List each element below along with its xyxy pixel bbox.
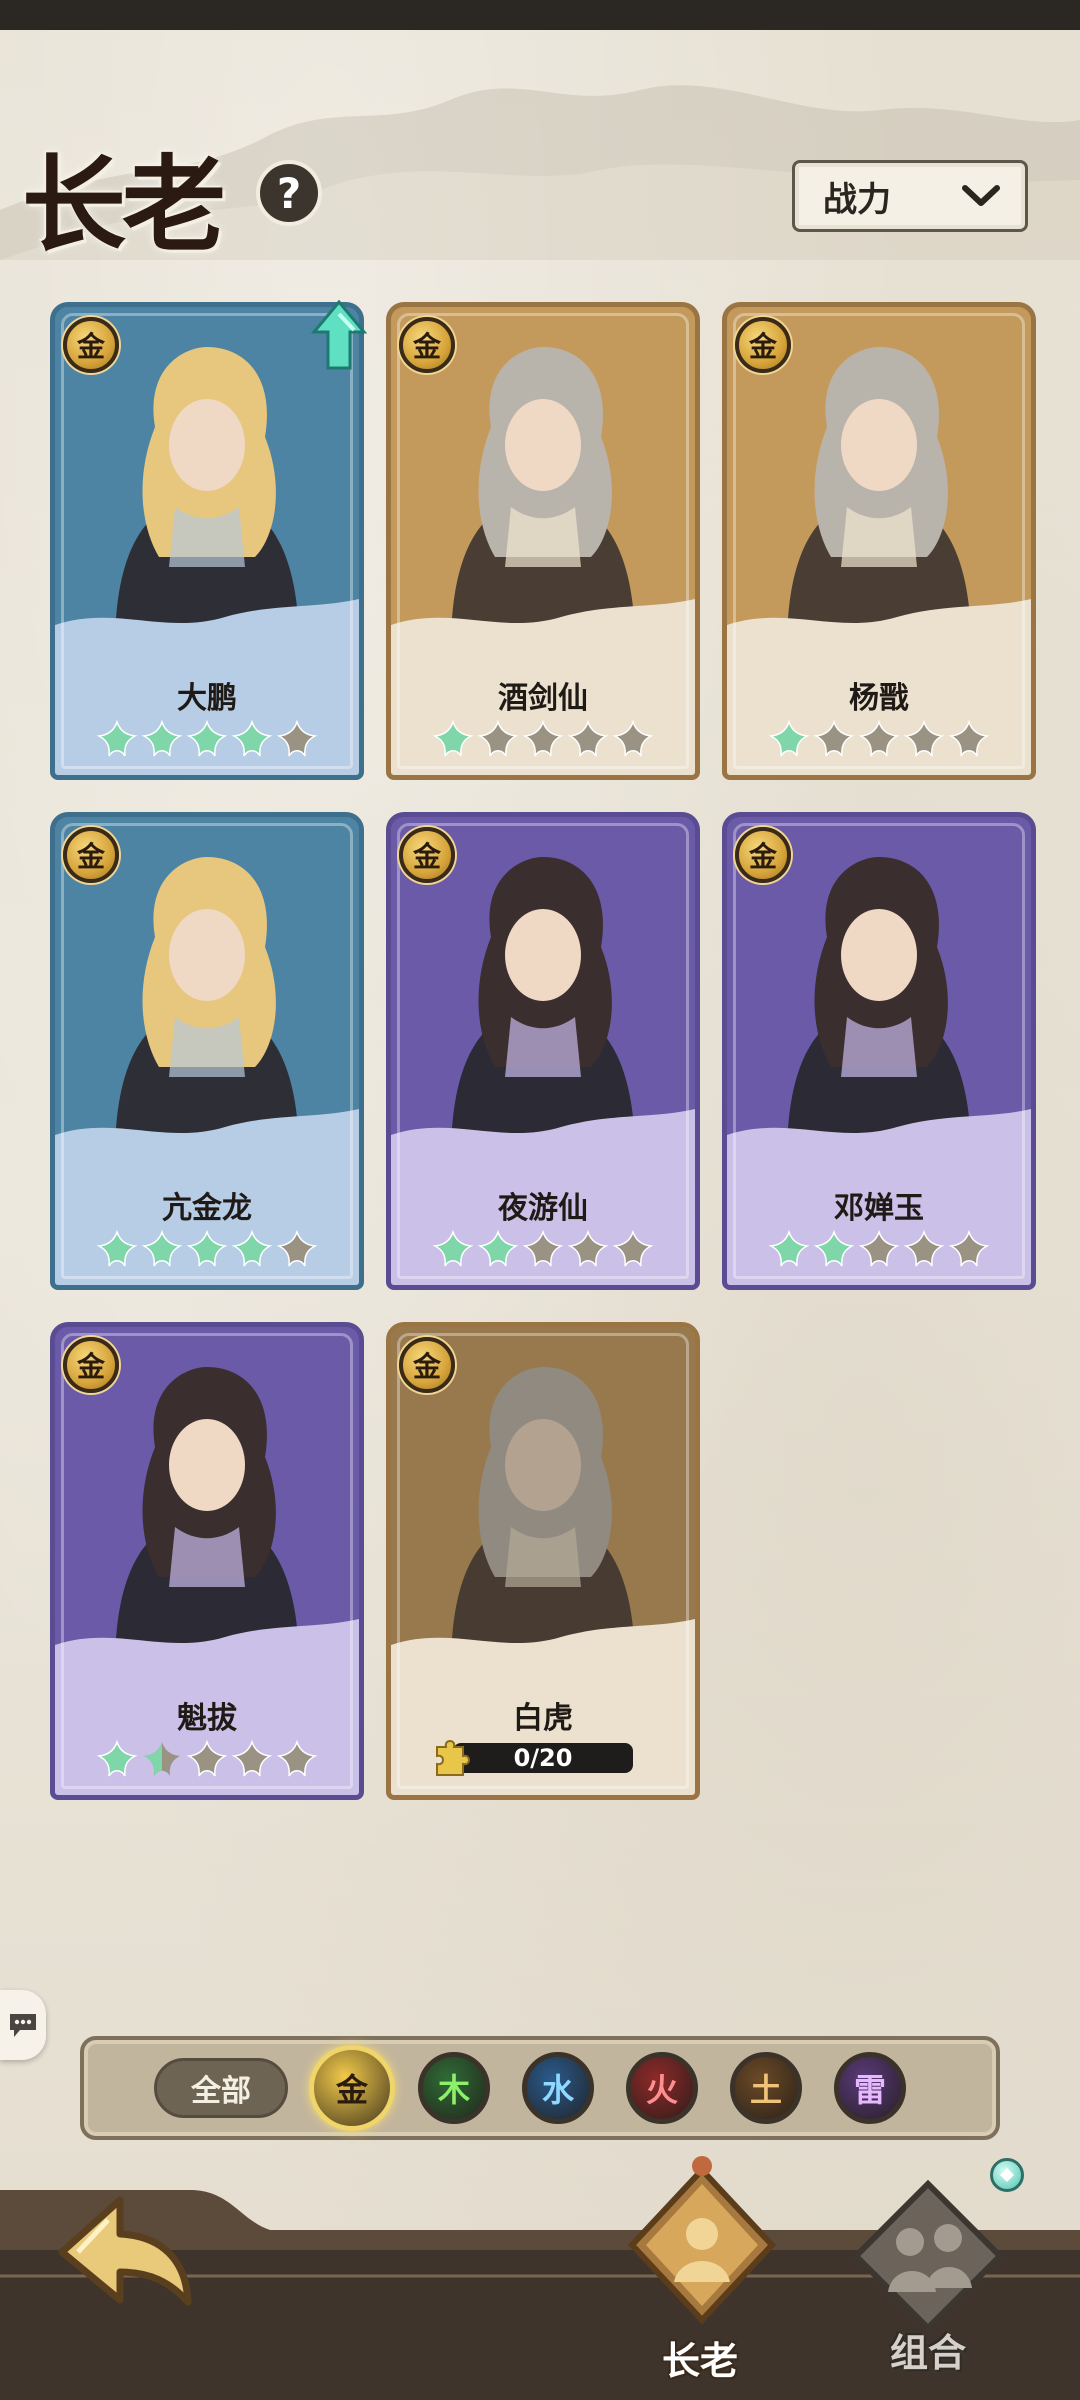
back-arrow-icon[interactable] bbox=[50, 2190, 200, 2310]
hero-card[interactable]: 大鹏金 bbox=[50, 302, 364, 780]
filter-element-button[interactable]: 火 bbox=[626, 2052, 698, 2124]
nav-tab-combo-label: 组合 bbox=[889, 2331, 966, 2375]
hero-card[interactable]: 杨戬金 bbox=[722, 302, 1036, 780]
filter-all-button[interactable]: 全部 bbox=[154, 2058, 288, 2118]
filter-element-button[interactable]: 木 bbox=[418, 2052, 490, 2124]
filter-element-button[interactable]: 金 bbox=[309, 2045, 395, 2131]
tier-badge: 金 bbox=[63, 1337, 119, 1393]
filter-element-button[interactable]: 水 bbox=[522, 2052, 594, 2124]
nav-tab-elder-label: 长老 bbox=[661, 2339, 738, 2383]
tier-badge: 金 bbox=[399, 827, 455, 883]
card-frame bbox=[397, 1333, 689, 1789]
chevron-down-icon bbox=[962, 185, 1000, 206]
card-frame bbox=[397, 313, 689, 769]
card-frame bbox=[61, 1333, 353, 1789]
hero-card[interactable]: 魁拔金 bbox=[50, 1322, 364, 1800]
page-title: 长老 bbox=[22, 143, 226, 266]
chat-tab[interactable] bbox=[0, 1990, 46, 2060]
combo-tab-icon bbox=[851, 2179, 1005, 2333]
tier-badge: 金 bbox=[399, 317, 455, 373]
card-frame bbox=[397, 823, 689, 1279]
sort-dropdown[interactable]: 战力 bbox=[792, 160, 1028, 232]
chat-bubble-icon bbox=[10, 2014, 36, 2037]
hero-card[interactable]: 夜游仙金 bbox=[386, 812, 700, 1290]
tier-badge: 金 bbox=[735, 827, 791, 883]
filter-element-button[interactable]: 土 bbox=[730, 2052, 802, 2124]
tier-badge: 金 bbox=[63, 827, 119, 883]
sort-label: 战力 bbox=[823, 179, 891, 220]
elder-tab-icon bbox=[627, 2156, 777, 2325]
hero-card[interactable]: 亢金龙金 bbox=[50, 812, 364, 1290]
status-strip bbox=[0, 0, 1080, 30]
upgrade-arrow-icon[interactable] bbox=[310, 300, 368, 370]
hero-card[interactable]: 白虎 0/20 金 bbox=[386, 1322, 700, 1800]
element-filter-bar: 全部 金木水火土雷 bbox=[80, 2036, 1000, 2140]
hero-card[interactable]: 酒剑仙金 bbox=[386, 302, 700, 780]
nav-tab-combo[interactable]: 组合 bbox=[838, 2170, 1018, 2400]
hero-card[interactable]: 邓婵玉金 bbox=[722, 812, 1036, 1290]
card-frame bbox=[733, 823, 1025, 1279]
filter-element-button[interactable]: 雷 bbox=[834, 2052, 906, 2124]
nav-tab-elder[interactable]: 长老 bbox=[612, 2150, 788, 2400]
card-frame bbox=[733, 313, 1025, 769]
card-frame bbox=[61, 823, 353, 1279]
tier-badge: 金 bbox=[735, 317, 791, 373]
card-frame bbox=[61, 313, 353, 769]
help-icon[interactable]: ? bbox=[256, 160, 322, 226]
notification-icon bbox=[990, 2158, 1024, 2192]
tier-badge: 金 bbox=[63, 317, 119, 373]
tier-badge: 金 bbox=[399, 1337, 455, 1393]
